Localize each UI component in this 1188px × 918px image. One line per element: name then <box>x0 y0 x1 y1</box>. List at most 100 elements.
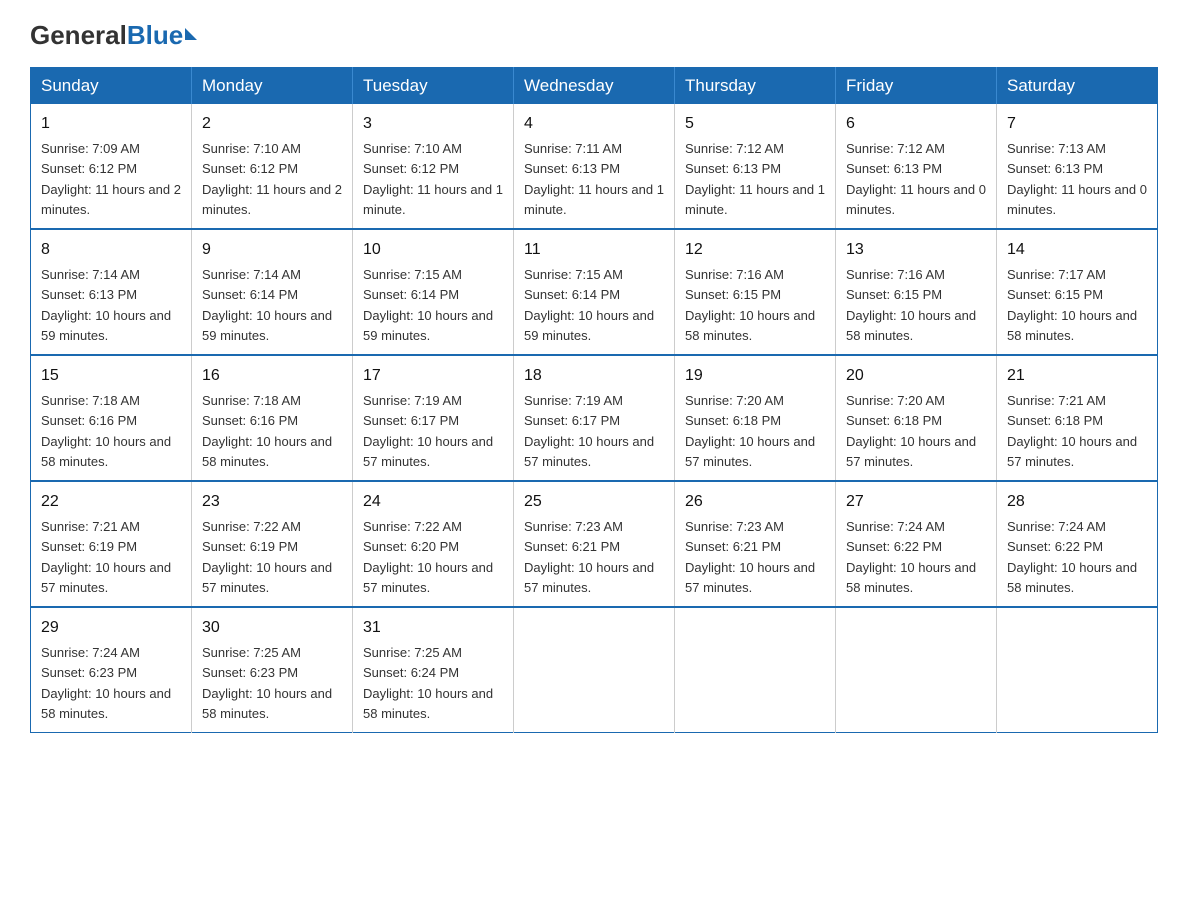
day-number: 5 <box>685 112 825 136</box>
day-number: 10 <box>363 238 503 262</box>
day-number: 29 <box>41 616 181 640</box>
day-number: 14 <box>1007 238 1147 262</box>
day-info: Sunrise: 7:15 AMSunset: 6:14 PMDaylight:… <box>524 267 654 343</box>
calendar-cell: 23 Sunrise: 7:22 AMSunset: 6:19 PMDayligh… <box>192 481 353 607</box>
calendar-cell: 9Sunrise: 7:14 AMSunset: 6:14 PMDaylight… <box>192 229 353 355</box>
dow-friday: Friday <box>836 68 997 105</box>
day-info: Sunrise: 7:22 AMSunset: 6:19 PMDaylight:… <box>202 519 332 595</box>
day-number: 2 <box>202 112 342 136</box>
day-info: Sunrise: 7:20 AMSunset: 6:18 PMDaylight:… <box>685 393 815 469</box>
calendar-cell: 10 Sunrise: 7:15 AMSunset: 6:14 PMDayligh… <box>353 229 514 355</box>
calendar-cell: 19 Sunrise: 7:20 AMSunset: 6:18 PMDayligh… <box>675 355 836 481</box>
calendar-cell: 20 Sunrise: 7:20 AMSunset: 6:18 PMDayligh… <box>836 355 997 481</box>
logo-general-text: General <box>30 20 127 51</box>
calendar-cell: 14 Sunrise: 7:17 AMSunset: 6:15 PMDayligh… <box>997 229 1158 355</box>
day-number: 9 <box>202 238 342 262</box>
day-number: 27 <box>846 490 986 514</box>
day-info: Sunrise: 7:16 AMSunset: 6:15 PMDaylight:… <box>846 267 976 343</box>
calendar-table: Sunday Monday Tuesday Wednesday Thursday… <box>30 67 1158 733</box>
calendar-cell: 17Sunrise: 7:19 AMSunset: 6:17 PMDayligh… <box>353 355 514 481</box>
calendar-cell: 4Sunrise: 7:11 AMSunset: 6:13 PMDaylight… <box>514 104 675 229</box>
logo-blue-text: Blue <box>127 20 183 51</box>
calendar-cell: 12 Sunrise: 7:16 AMSunset: 6:15 PMDayligh… <box>675 229 836 355</box>
calendar-cell: 28 Sunrise: 7:24 AMSunset: 6:22 PMDayligh… <box>997 481 1158 607</box>
day-number: 15 <box>41 364 181 388</box>
day-info: Sunrise: 7:15 AMSunset: 6:14 PMDaylight:… <box>363 267 493 343</box>
calendar-cell: 16 Sunrise: 7:18 AMSunset: 6:16 PMDayligh… <box>192 355 353 481</box>
day-number: 17 <box>363 364 503 388</box>
calendar-cell: 5 Sunrise: 7:12 AMSunset: 6:13 PMDaylight… <box>675 104 836 229</box>
day-info: Sunrise: 7:23 AMSunset: 6:21 PMDaylight:… <box>685 519 815 595</box>
calendar-cell: 1 Sunrise: 7:09 AMSunset: 6:12 PMDaylight… <box>31 104 192 229</box>
dow-saturday: Saturday <box>997 68 1158 105</box>
day-info: Sunrise: 7:09 AMSunset: 6:12 PMDaylight:… <box>41 141 181 217</box>
day-number: 18 <box>524 364 664 388</box>
day-info: Sunrise: 7:12 AMSunset: 6:13 PMDaylight:… <box>685 141 825 217</box>
page-header: General Blue <box>30 20 1158 51</box>
logo-triangle-icon <box>185 28 197 40</box>
day-info: Sunrise: 7:19 AMSunset: 6:17 PMDaylight:… <box>524 393 654 469</box>
day-info: Sunrise: 7:24 AMSunset: 6:22 PMDaylight:… <box>1007 519 1137 595</box>
day-number: 28 <box>1007 490 1147 514</box>
calendar-cell: 8 Sunrise: 7:14 AMSunset: 6:13 PMDaylight… <box>31 229 192 355</box>
day-info: Sunrise: 7:25 AMSunset: 6:24 PMDaylight:… <box>363 645 493 721</box>
dow-monday: Monday <box>192 68 353 105</box>
day-info: Sunrise: 7:21 AMSunset: 6:18 PMDaylight:… <box>1007 393 1137 469</box>
day-info: Sunrise: 7:14 AMSunset: 6:13 PMDaylight:… <box>41 267 171 343</box>
calendar-cell: 27 Sunrise: 7:24 AMSunset: 6:22 PMDayligh… <box>836 481 997 607</box>
day-info: Sunrise: 7:24 AMSunset: 6:22 PMDaylight:… <box>846 519 976 595</box>
day-number: 7 <box>1007 112 1147 136</box>
day-info: Sunrise: 7:23 AMSunset: 6:21 PMDaylight:… <box>524 519 654 595</box>
calendar-week-row: 1 Sunrise: 7:09 AMSunset: 6:12 PMDaylight… <box>31 104 1158 229</box>
day-number: 30 <box>202 616 342 640</box>
day-number: 19 <box>685 364 825 388</box>
day-info: Sunrise: 7:18 AMSunset: 6:16 PMDaylight:… <box>41 393 171 469</box>
day-number: 4 <box>524 112 664 136</box>
day-number: 23 <box>202 490 342 514</box>
day-number: 16 <box>202 364 342 388</box>
day-info: Sunrise: 7:16 AMSunset: 6:15 PMDaylight:… <box>685 267 815 343</box>
day-info: Sunrise: 7:12 AMSunset: 6:13 PMDaylight:… <box>846 141 986 217</box>
day-info: Sunrise: 7:18 AMSunset: 6:16 PMDaylight:… <box>202 393 332 469</box>
calendar-cell: 15 Sunrise: 7:18 AMSunset: 6:16 PMDayligh… <box>31 355 192 481</box>
dow-wednesday: Wednesday <box>514 68 675 105</box>
day-number: 3 <box>363 112 503 136</box>
day-number: 26 <box>685 490 825 514</box>
day-number: 11 <box>524 238 664 262</box>
days-of-week-row: Sunday Monday Tuesday Wednesday Thursday… <box>31 68 1158 105</box>
day-number: 21 <box>1007 364 1147 388</box>
day-number: 24 <box>363 490 503 514</box>
calendar-cell: 18 Sunrise: 7:19 AMSunset: 6:17 PMDayligh… <box>514 355 675 481</box>
day-info: Sunrise: 7:10 AMSunset: 6:12 PMDaylight:… <box>202 141 342 217</box>
day-number: 20 <box>846 364 986 388</box>
calendar-week-row: 22Sunrise: 7:21 AMSunset: 6:19 PMDayligh… <box>31 481 1158 607</box>
day-number: 13 <box>846 238 986 262</box>
day-info: Sunrise: 7:20 AMSunset: 6:18 PMDaylight:… <box>846 393 976 469</box>
day-info: Sunrise: 7:13 AMSunset: 6:13 PMDaylight:… <box>1007 141 1147 217</box>
day-info: Sunrise: 7:22 AMSunset: 6:20 PMDaylight:… <box>363 519 493 595</box>
calendar-cell <box>675 607 836 733</box>
day-number: 1 <box>41 112 181 136</box>
calendar-cell: 21 Sunrise: 7:21 AMSunset: 6:18 PMDayligh… <box>997 355 1158 481</box>
day-number: 6 <box>846 112 986 136</box>
day-info: Sunrise: 7:17 AMSunset: 6:15 PMDaylight:… <box>1007 267 1137 343</box>
calendar-cell: 2 Sunrise: 7:10 AMSunset: 6:12 PMDaylight… <box>192 104 353 229</box>
day-number: 31 <box>363 616 503 640</box>
day-number: 25 <box>524 490 664 514</box>
day-number: 8 <box>41 238 181 262</box>
calendar-cell <box>514 607 675 733</box>
calendar-cell: 13 Sunrise: 7:16 AMSunset: 6:15 PMDayligh… <box>836 229 997 355</box>
day-info: Sunrise: 7:21 AMSunset: 6:19 PMDaylight:… <box>41 519 171 595</box>
day-info: Sunrise: 7:24 AMSunset: 6:23 PMDaylight:… <box>41 645 171 721</box>
day-info: Sunrise: 7:10 AMSunset: 6:12 PMDaylight:… <box>363 141 503 217</box>
calendar-week-row: 29 Sunrise: 7:24 AMSunset: 6:23 PMDayligh… <box>31 607 1158 733</box>
calendar-cell: 3 Sunrise: 7:10 AMSunset: 6:12 PMDaylight… <box>353 104 514 229</box>
calendar-cell: 6 Sunrise: 7:12 AMSunset: 6:13 PMDaylight… <box>836 104 997 229</box>
logo: General Blue <box>30 20 197 51</box>
calendar-cell: 24 Sunrise: 7:22 AMSunset: 6:20 PMDayligh… <box>353 481 514 607</box>
calendar-cell: 7 Sunrise: 7:13 AMSunset: 6:13 PMDaylight… <box>997 104 1158 229</box>
calendar-cell <box>997 607 1158 733</box>
day-info: Sunrise: 7:25 AMSunset: 6:23 PMDaylight:… <box>202 645 332 721</box>
calendar-cell: 26 Sunrise: 7:23 AMSunset: 6:21 PMDayligh… <box>675 481 836 607</box>
day-number: 12 <box>685 238 825 262</box>
